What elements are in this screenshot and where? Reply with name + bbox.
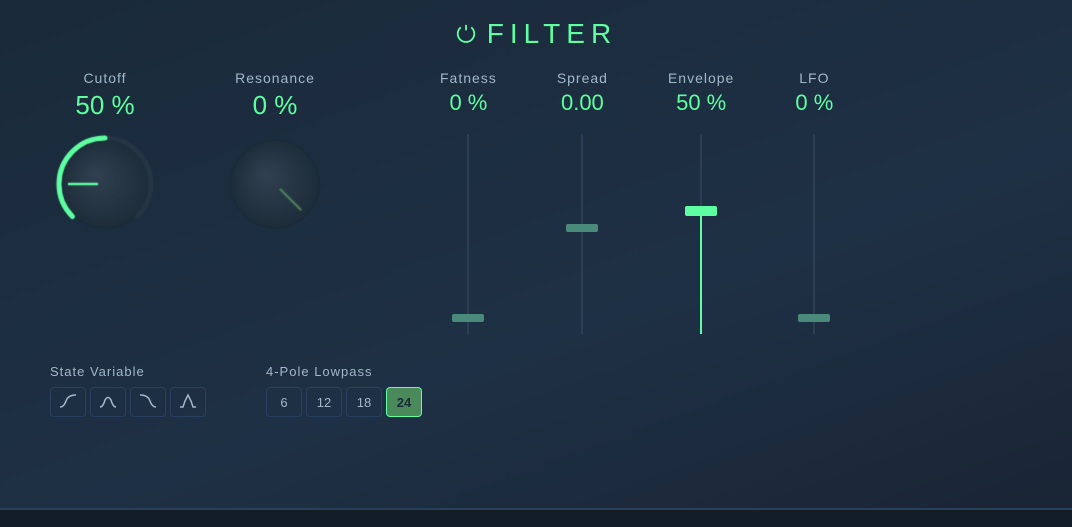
fatness-track <box>467 134 469 334</box>
shape-lowpass-button[interactable] <box>50 387 86 417</box>
fatness-value: 0 % <box>449 90 487 116</box>
cutoff-section: Cutoff 50 % <box>50 70 160 239</box>
pole-6-button[interactable]: 6 <box>266 387 302 417</box>
lfo-value: 0 % <box>795 90 833 116</box>
envelope-thumb[interactable] <box>685 206 717 216</box>
lfo-track <box>813 134 815 334</box>
sliders-section: Fatness 0 % Spread 0.00 Envelope 50 % <box>410 70 834 344</box>
envelope-fill <box>700 214 702 334</box>
filter-type-section: State Variable <box>50 364 206 417</box>
lfo-slider[interactable] <box>794 124 834 344</box>
cutoff-label: Cutoff <box>83 70 126 86</box>
pole-12-button[interactable]: 12 <box>306 387 342 417</box>
shape-bandpass-button[interactable] <box>90 387 126 417</box>
resonance-label: Resonance <box>235 70 315 86</box>
spread-value: 0.00 <box>561 90 604 116</box>
spread-track <box>581 134 583 334</box>
cutoff-knob[interactable] <box>50 129 160 239</box>
bottom-section: State Variable <box>0 344 1072 437</box>
pole-section: 4-Pole Lowpass 6 12 18 24 <box>266 364 422 417</box>
spread-col: Spread 0.00 <box>557 70 608 344</box>
filter-panel: FILTER Cutoff 50 % Resonance 0 % Fatness… <box>0 0 1072 510</box>
resonance-knob[interactable] <box>220 129 330 239</box>
lfo-label: LFO <box>799 70 829 86</box>
bottom-bar <box>0 510 1072 527</box>
lfo-thumb[interactable] <box>798 314 830 322</box>
envelope-col: Envelope 50 % <box>668 70 734 344</box>
fatness-thumb[interactable] <box>452 314 484 322</box>
fatness-slider[interactable] <box>448 124 488 344</box>
shape-peak-button[interactable] <box>170 387 206 417</box>
title-text: FILTER <box>487 18 617 50</box>
cutoff-value: 50 % <box>75 90 134 121</box>
envelope-slider[interactable] <box>681 124 721 344</box>
shape-highpass-button[interactable] <box>130 387 166 417</box>
filter-title: FILTER <box>0 0 1072 50</box>
shape-buttons <box>50 387 206 417</box>
controls-row: Cutoff 50 % Resonance 0 % Fatness 0 % <box>0 50 1072 344</box>
lfo-col: LFO 0 % <box>794 70 834 344</box>
spread-label: Spread <box>557 70 608 86</box>
pole-18-button[interactable]: 18 <box>346 387 382 417</box>
envelope-label: Envelope <box>668 70 734 86</box>
spread-slider[interactable] <box>562 124 602 344</box>
pole-buttons: 6 12 18 24 <box>266 387 422 417</box>
filter-type-label: State Variable <box>50 364 206 379</box>
spread-thumb[interactable] <box>566 224 598 232</box>
envelope-value: 50 % <box>676 90 726 116</box>
fatness-col: Fatness 0 % <box>440 70 497 344</box>
pole-filter-label: 4-Pole Lowpass <box>266 364 422 379</box>
resonance-section: Resonance 0 % <box>220 70 330 239</box>
pole-24-button[interactable]: 24 <box>386 387 422 417</box>
resonance-value: 0 % <box>253 90 298 121</box>
fatness-label: Fatness <box>440 70 497 86</box>
power-icon[interactable] <box>455 23 477 45</box>
